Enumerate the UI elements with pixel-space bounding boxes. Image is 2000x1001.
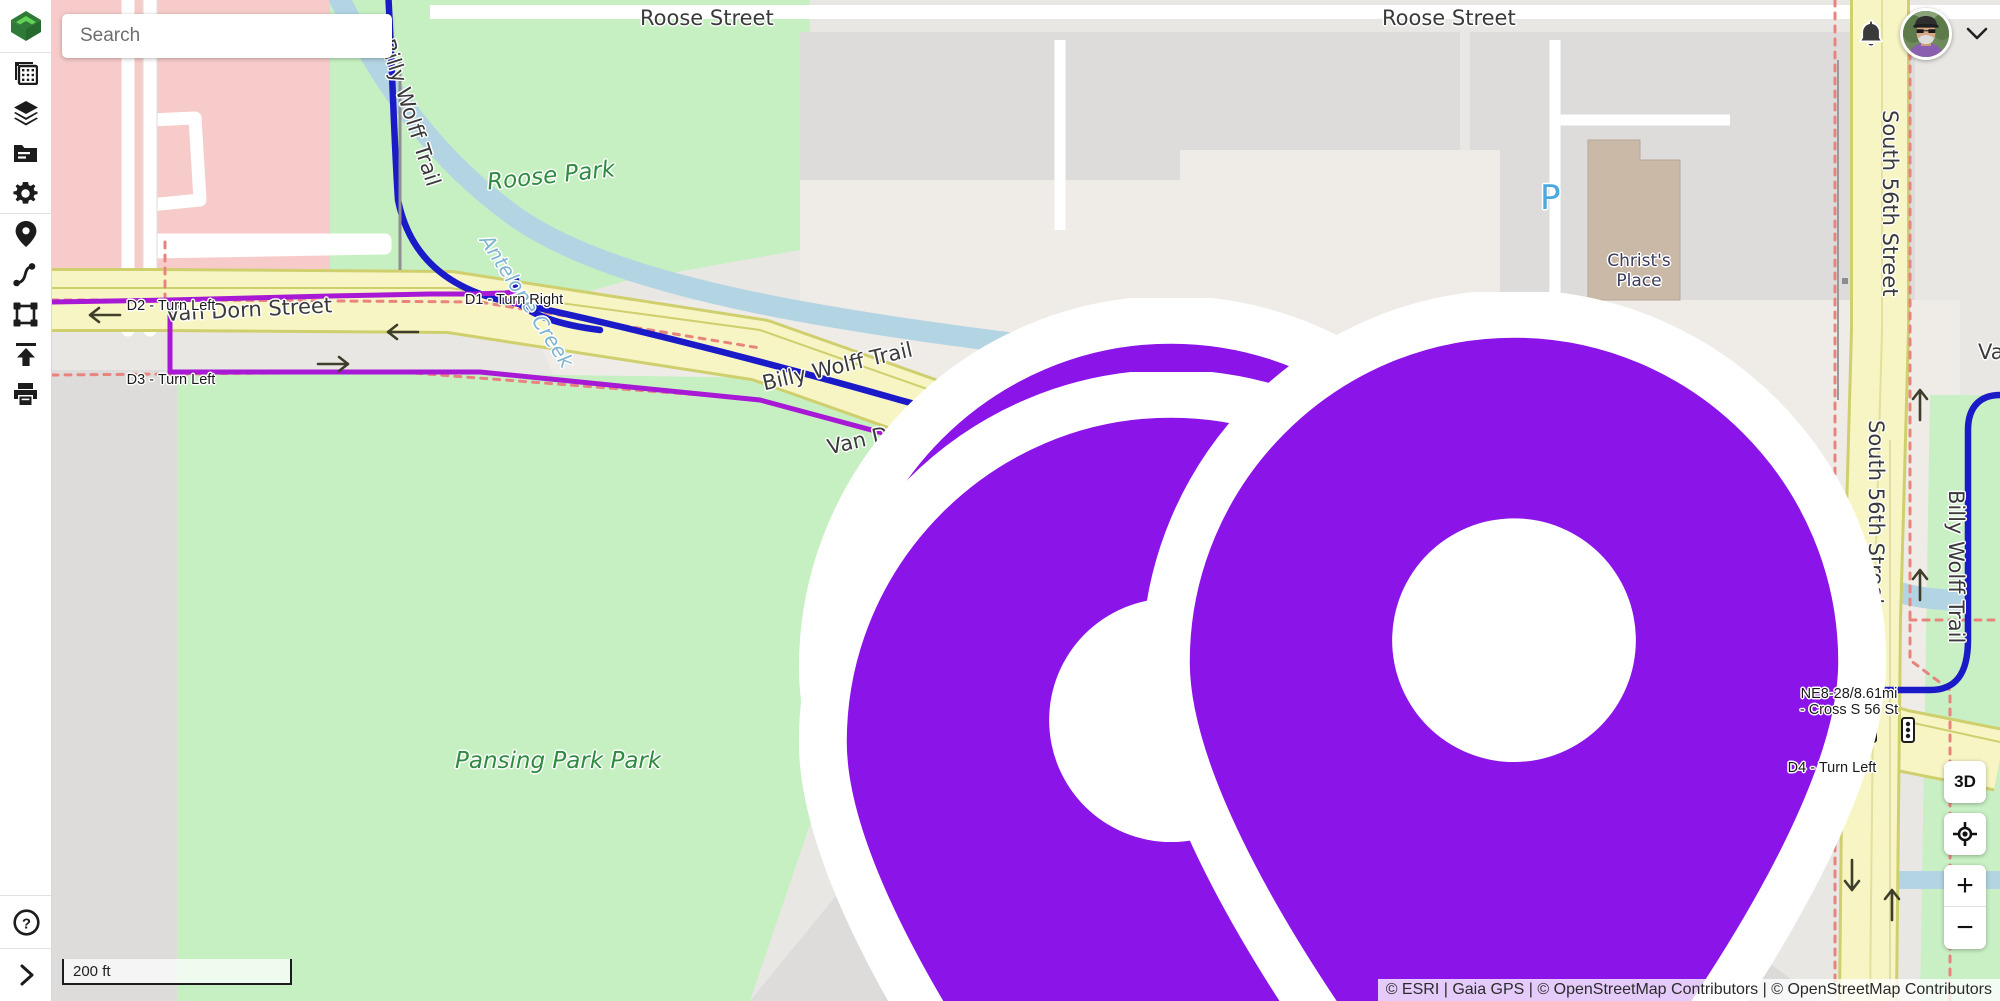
help-circle-icon[interactable]: ? [0,896,52,948]
gaia-logo-icon[interactable] [0,0,52,52]
search-container [62,14,392,58]
scale-bar-label: 200 ft [73,962,111,980]
map-controls: 3D + − [1944,761,1986,949]
account-bar [1854,8,1990,60]
sidebar-item-area[interactable] [0,294,52,334]
gaia-gps-map-app: P Christ's Place Roose Street Roose Stre… [0,0,2000,1001]
bell-icon[interactable] [1854,17,1888,51]
zoom-controls: + − [1944,865,1986,949]
left-toolbar: ? [0,0,52,1001]
crosshair-locate-icon[interactable] [1944,813,1986,855]
sidebar-item-folders[interactable] [0,133,52,173]
three-d-toggle-button[interactable]: 3D [1944,761,1986,803]
search-input[interactable] [62,14,392,58]
toolbar-bottom-group: ? [0,895,51,1001]
sidebar-item-route[interactable] [0,254,52,294]
sidebar-item-import[interactable] [0,334,52,374]
sidebar-item-maps[interactable] [0,53,52,93]
map-canvas[interactable]: P Christ's Place Roose Street Roose Stre… [0,0,2000,1001]
sidebar-item-layers[interactable] [0,93,52,133]
avatar[interactable] [1900,8,1952,60]
chevron-right-icon[interactable] [0,949,52,1001]
zoom-out-button[interactable]: − [1944,907,1986,949]
sidebar-item-waypoint[interactable] [0,214,52,254]
svg-text:?: ? [21,915,30,932]
scale-bar: 200 ft [62,959,292,985]
map-attribution: © ESRI | Gaia GPS | © OpenStreetMap Cont… [1377,979,2000,1001]
sidebar-item-settings[interactable] [0,173,52,213]
sidebar-item-print[interactable] [0,374,52,414]
chevron-down-icon[interactable] [1964,21,1990,47]
zoom-in-button[interactable]: + [1944,865,1986,907]
